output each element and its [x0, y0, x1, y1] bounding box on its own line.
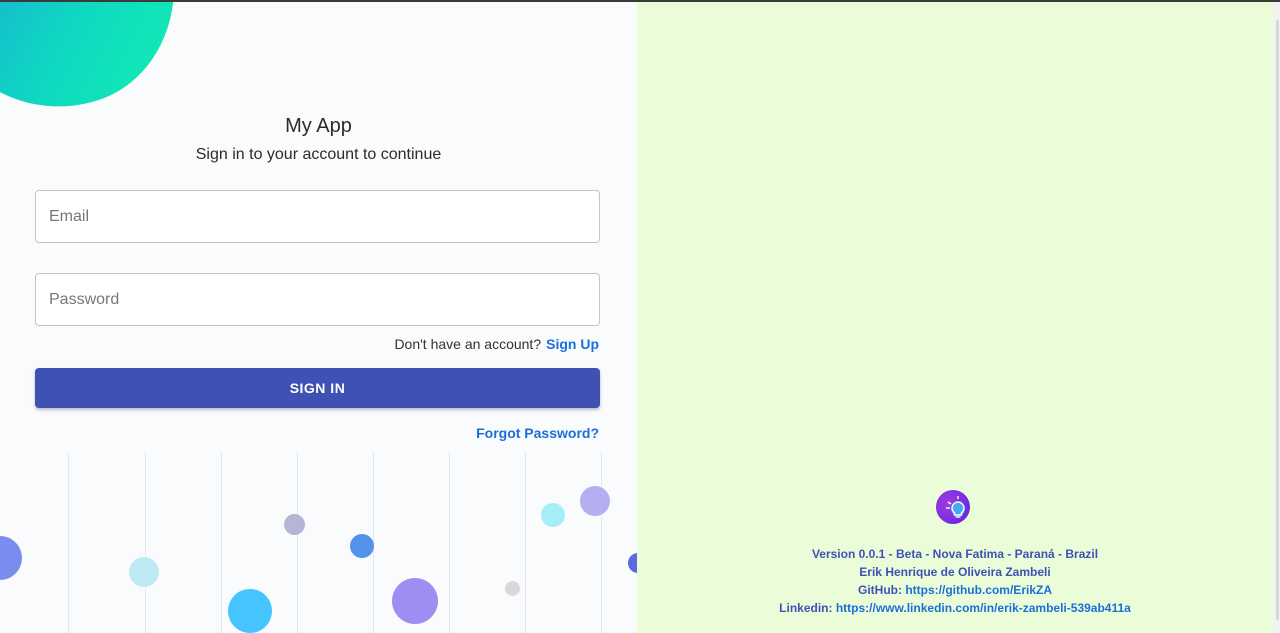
decorative-bubble	[541, 503, 565, 527]
background-grid-line	[68, 452, 69, 633]
version-line: Version 0.0.1 - Beta - Nova Fatima - Par…	[811, 547, 1099, 561]
signup-link[interactable]: Sign Up	[546, 336, 599, 352]
github-line: GitHub: https://github.com/ErikZA	[637, 581, 1273, 599]
scrollbar-thumb[interactable]	[1276, 20, 1279, 620]
window-top-border	[0, 0, 1280, 2]
info-panel	[637, 2, 1273, 633]
background-grid-line	[601, 452, 602, 633]
signup-prompt: Don't have an account?	[394, 336, 542, 352]
github-link[interactable]: https://github.com/ErikZA	[905, 583, 1052, 597]
author-name: Erik Henrique de Oliveira Zambeli	[859, 565, 1051, 579]
decorative-bubble	[628, 553, 637, 573]
github-label: GitHub:	[857, 583, 902, 597]
background-grid-line	[297, 452, 298, 633]
decorative-bubble	[284, 514, 305, 535]
decorative-bubble	[228, 589, 272, 633]
sign-in-button[interactable]: SIGN IN	[35, 368, 600, 408]
password-field[interactable]	[35, 273, 600, 326]
decorative-bubble	[350, 534, 374, 558]
forgot-password-link[interactable]: Forgot Password?	[476, 425, 599, 441]
app-subtitle: Sign in to your account to continue	[195, 146, 442, 163]
background-grid-line	[221, 452, 222, 633]
background-grid-line	[525, 452, 526, 633]
signup-row: Don't have an account? Sign Up	[394, 336, 599, 352]
decorative-bubble	[505, 581, 520, 596]
linkedin-link[interactable]: https://www.linkedin.com/in/erik-zambeli…	[836, 601, 1131, 615]
email-field[interactable]	[35, 190, 600, 243]
decorative-bubble	[392, 578, 438, 624]
background-grid-line	[449, 452, 450, 633]
linkedin-line: Linkedin: https://www.linkedin.com/in/er…	[637, 599, 1273, 617]
login-panel: My App Sign in to your account to contin…	[0, 2, 637, 633]
lightbulb-gear-icon	[936, 490, 970, 524]
footer-info: Version 0.0.1 - Beta - Nova Fatima - Par…	[637, 545, 1273, 617]
app-title: My App	[285, 115, 352, 137]
email-input[interactable]	[36, 191, 599, 242]
decorative-bubble	[129, 557, 159, 587]
password-input[interactable]	[36, 274, 599, 325]
background-grid-line	[145, 452, 146, 633]
decorative-bubble	[0, 536, 22, 580]
linkedin-label: Linkedin:	[779, 601, 833, 615]
decorative-bubble	[580, 486, 610, 516]
